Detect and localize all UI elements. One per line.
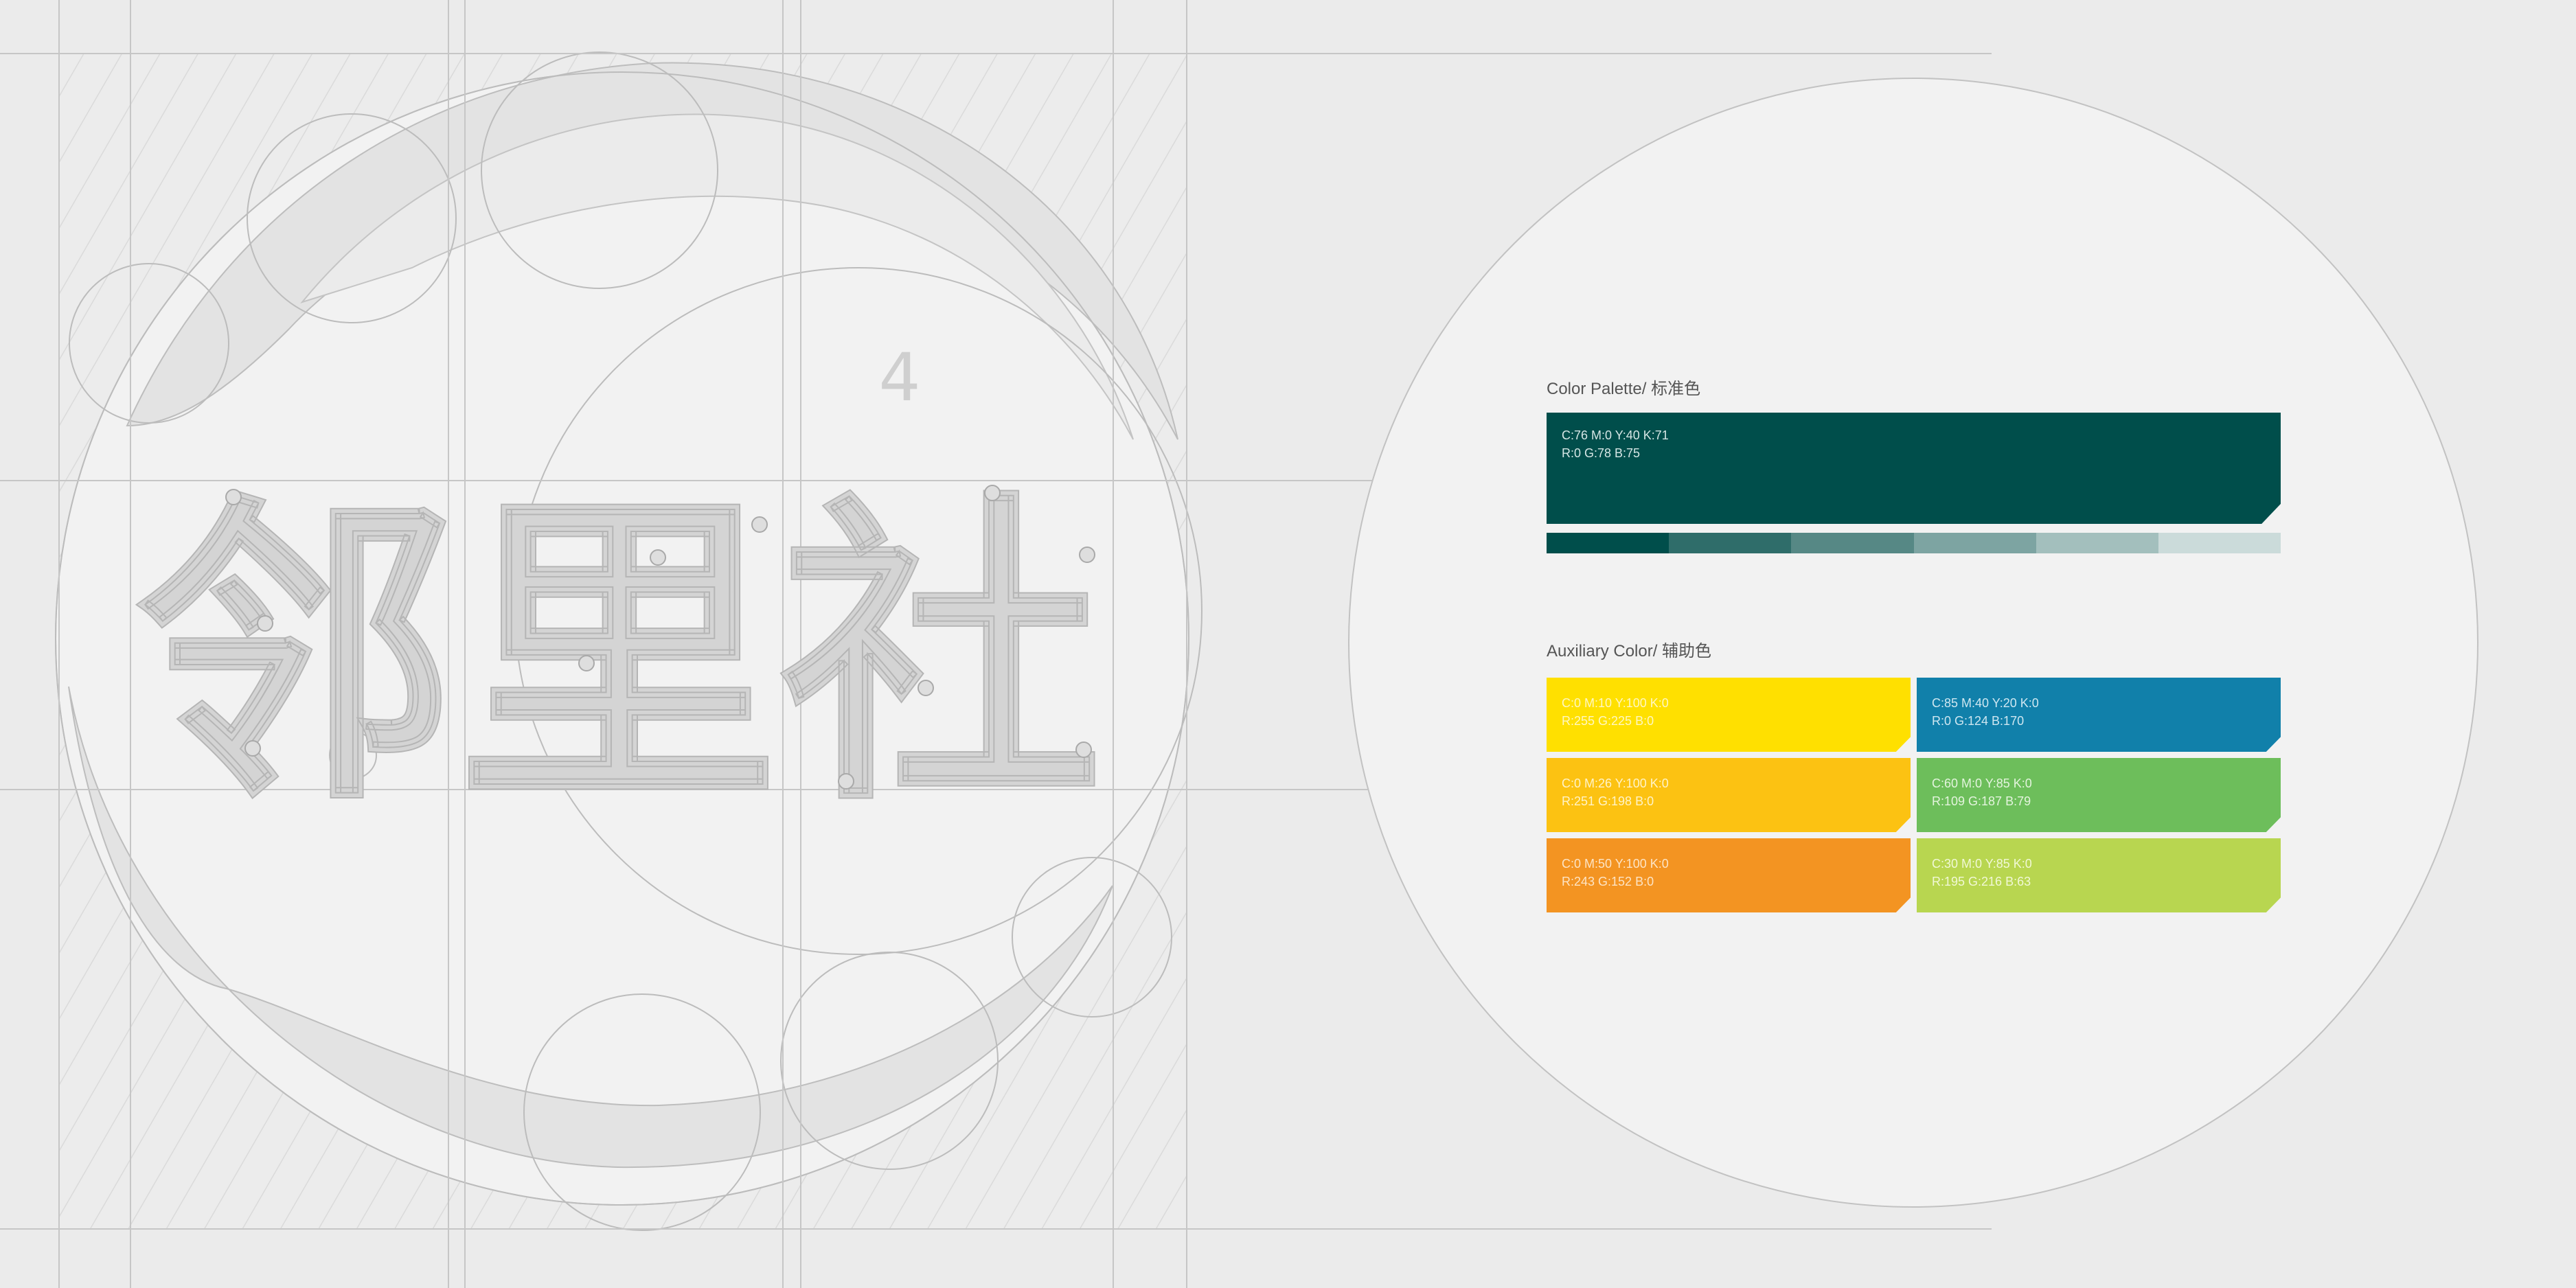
tint-step (1669, 533, 1792, 553)
primary-cmyk: C:76 M:0 Y:40 K:71 (1562, 428, 1669, 442)
anchor-point (917, 680, 934, 696)
tint-step (1547, 533, 1669, 553)
page-number: 4 (878, 339, 921, 416)
aux-rgb: R:109 G:187 B:79 (1932, 794, 2031, 808)
primary-tint-strip (1547, 533, 2281, 553)
palette-circle (1348, 78, 2478, 1208)
tint-step (2158, 533, 2281, 553)
aux-rgb: R:251 G:198 B:0 (1562, 794, 1654, 808)
aux-cmyk: C:0 M:26 Y:100 K:0 (1562, 777, 1669, 790)
aux-swatch-green: C:60 M:0 Y:85 K:0 R:109 G:187 B:79 (1917, 758, 2281, 832)
aux-swatch-amber: C:0 M:26 Y:100 K:0 R:251 G:198 B:0 (1547, 758, 1911, 832)
anchor-point (578, 655, 595, 671)
aux-values: C:30 M:0 Y:85 K:0 R:195 G:216 B:63 (1932, 855, 2032, 890)
aux-values: C:0 M:50 Y:100 K:0 R:243 G:152 B:0 (1562, 855, 1669, 890)
tint-step (1913, 533, 2036, 553)
logo-wordmark: 邻里社 (134, 468, 1102, 844)
aux-swatch-yellow: C:0 M:10 Y:100 K:0 R:255 G:225 B:0 (1547, 678, 1911, 752)
auxiliary-color-title: Auxiliary Color/ 辅助色 (1547, 642, 1712, 660)
anchor-point (225, 489, 242, 505)
tint-step (2036, 533, 2158, 553)
aux-rgb: R:243 G:152 B:0 (1562, 875, 1654, 888)
aux-cmyk: C:60 M:0 Y:85 K:0 (1932, 777, 2032, 790)
aux-rgb: R:195 G:216 B:63 (1932, 875, 2031, 888)
anchor-point (1075, 741, 1092, 758)
aux-swatch-blue: C:85 M:40 Y:20 K:0 R:0 G:124 B:170 (1917, 678, 2281, 752)
aux-cmyk: C:0 M:10 Y:100 K:0 (1562, 696, 1669, 710)
aux-values: C:85 M:40 Y:20 K:0 R:0 G:124 B:170 (1932, 694, 2039, 730)
aux-values: C:60 M:0 Y:85 K:0 R:109 G:187 B:79 (1932, 774, 2032, 810)
tint-step (1791, 533, 1914, 553)
primary-color-swatch: C:76 M:0 Y:40 K:71 R:0 G:78 B:75 (1547, 413, 2281, 524)
color-palette-title: Color Palette/ 标准色 (1547, 380, 1701, 398)
primary-rgb: R:0 G:78 B:75 (1562, 446, 1641, 460)
anchor-point (751, 516, 768, 533)
aux-cmyk: C:30 M:0 Y:85 K:0 (1932, 857, 2032, 871)
primary-color-values: C:76 M:0 Y:40 K:71 R:0 G:78 B:75 (1562, 426, 1669, 462)
aux-swatch-orange: C:0 M:50 Y:100 K:0 R:243 G:152 B:0 (1547, 838, 1911, 912)
anchor-point (1079, 547, 1095, 563)
anchor-point (984, 485, 1001, 501)
anchor-point (650, 549, 666, 566)
aux-cmyk: C:85 M:40 Y:20 K:0 (1932, 696, 2039, 710)
aux-swatch-lime: C:30 M:0 Y:85 K:0 R:195 G:216 B:63 (1917, 838, 2281, 912)
auxiliary-color-grid: C:0 M:10 Y:100 K:0 R:255 G:225 B:0 C:85 … (1547, 678, 2281, 912)
anchor-point (244, 740, 261, 757)
anchor-point (838, 773, 854, 790)
aux-values: C:0 M:26 Y:100 K:0 R:251 G:198 B:0 (1562, 774, 1669, 810)
aux-cmyk: C:0 M:50 Y:100 K:0 (1562, 857, 1669, 871)
logo-construction-artboard: 邻里社 (0, 0, 2478, 1288)
aux-values: C:0 M:10 Y:100 K:0 R:255 G:225 B:0 (1562, 694, 1669, 730)
aux-rgb: R:255 G:225 B:0 (1562, 714, 1654, 728)
anchor-point (257, 615, 273, 632)
aux-rgb: R:0 G:124 B:170 (1932, 714, 2025, 728)
